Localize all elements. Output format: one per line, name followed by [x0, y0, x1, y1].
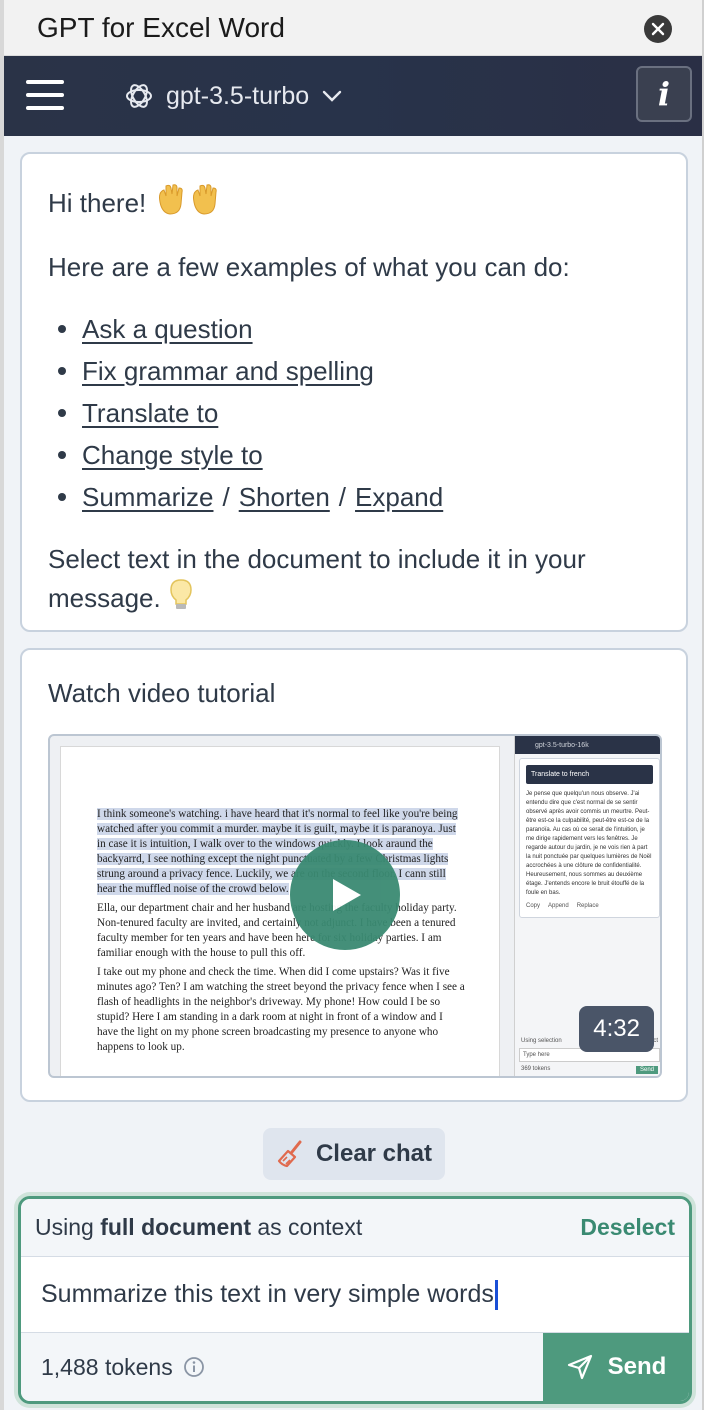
send-button[interactable]: Send: [543, 1333, 689, 1401]
separator: /: [338, 482, 347, 512]
example-summarize-link[interactable]: Summarize: [82, 476, 213, 518]
thumbnail-panel-actions: Copy Append Replace: [526, 902, 653, 911]
light-bulb-icon: [168, 578, 194, 622]
thumbnail-panel-action: Translate to french: [526, 765, 653, 784]
play-button[interactable]: [290, 840, 400, 950]
title-bar: GPT for Excel Word: [4, 0, 702, 56]
intro-card: Hi there! Here are a few examples of wha…: [20, 152, 688, 632]
thumbnail-append: Append: [548, 903, 569, 909]
thumbnail-paragraph: I think someone's watching. i have heard…: [97, 808, 458, 895]
example-ask-question-link[interactable]: Ask a question: [82, 308, 253, 350]
video-tutorial-title: Watch video tutorial: [48, 678, 276, 708]
video-tutorial-card: Watch video tutorial I think someone's w…: [20, 648, 688, 1102]
thumbnail-replace: Replace: [576, 903, 599, 909]
list-item: Ask a question: [48, 308, 660, 350]
thumbnail-copy: Copy: [526, 903, 541, 909]
openai-logo-icon: [126, 84, 152, 108]
thumbnail-panel-text: Je pense que quelqu'un nous observe. J'a…: [526, 791, 652, 896]
video-thumbnail[interactable]: I think someone's watching. i have heard…: [48, 734, 662, 1078]
list-item: Translate to: [48, 392, 660, 434]
thumbnail-tokens: 369 tokens: [521, 1066, 551, 1072]
greeting: Hi there!: [48, 182, 660, 228]
info-icon: i: [657, 75, 671, 113]
context-bar: Using full document as context Deselect: [21, 1199, 689, 1257]
thumbnail-using: Using selection: [521, 1038, 562, 1044]
composer-footer: 1,488 tokens Send: [21, 1333, 689, 1401]
text-caret: [494, 1279, 498, 1310]
example-shorten-link[interactable]: Shorten: [239, 476, 330, 518]
clear-chat-label: Clear chat: [315, 1140, 433, 1167]
message-input[interactable]: Summarize this text in very simple words: [21, 1257, 689, 1333]
window-left-edge: [0, 0, 4, 1410]
thumbnail-panel-response: Translate to french Je pense que quelqu'…: [519, 758, 660, 918]
message-composer: Using full document as context Deselect …: [18, 1196, 692, 1404]
model-name: gpt-3.5-turbo: [166, 81, 310, 110]
examples-list: Ask a question Fix grammar and spelling …: [48, 308, 660, 518]
send-label: Send: [607, 1353, 667, 1380]
thumbnail-send: Send: [635, 1066, 658, 1074]
thumbnail-document-page: I think someone's watching. i have heard…: [60, 746, 500, 1076]
list-item: Change style to: [48, 434, 660, 476]
waving-hand-icon: [154, 182, 224, 228]
model-selector[interactable]: gpt-3.5-turbo: [124, 76, 343, 116]
thumbnail-panel-header: gpt-3.5-turbo-16k: [515, 736, 660, 754]
example-fix-grammar-link[interactable]: Fix grammar and spelling: [82, 350, 374, 392]
menu-icon[interactable]: [26, 80, 64, 110]
broom-icon: [277, 1140, 302, 1168]
token-count: 1,488 tokens: [21, 1354, 205, 1381]
message-text: Summarize this text in very simple words: [41, 1280, 494, 1308]
list-item: Fix grammar and spelling: [48, 350, 660, 392]
list-item: Summarize / Shorten / Expand: [48, 476, 660, 518]
video-duration-badge: 4:32: [579, 1006, 654, 1052]
play-icon: [333, 879, 361, 911]
app-header: gpt-3.5-turbo i: [4, 56, 702, 136]
example-translate-link[interactable]: Translate to: [82, 392, 218, 434]
info-button[interactable]: i: [636, 66, 692, 122]
example-expand-link[interactable]: Expand: [355, 476, 443, 518]
info-circle-icon[interactable]: [183, 1356, 205, 1378]
chevron-down-icon: [322, 90, 342, 102]
window-title: GPT for Excel Word: [37, 11, 285, 43]
thumbnail-paragraph: Ella, our department chair and her husba…: [97, 902, 457, 959]
close-button[interactable]: [644, 15, 672, 43]
selection-note: Select text in the document to include i…: [48, 540, 660, 622]
send-icon: [567, 1354, 592, 1380]
examples-lead: Here are a few examples of what you can …: [48, 252, 570, 282]
deselect-button[interactable]: Deselect: [580, 1214, 675, 1241]
context-label: Using full document as context: [35, 1214, 363, 1240]
example-change-style-link[interactable]: Change style to: [82, 434, 263, 476]
thumbnail-paragraph: I take out my phone and check the time. …: [97, 966, 465, 1053]
clear-chat-button[interactable]: Clear chat: [263, 1128, 445, 1180]
separator: /: [222, 482, 230, 512]
close-icon: [651, 22, 665, 36]
